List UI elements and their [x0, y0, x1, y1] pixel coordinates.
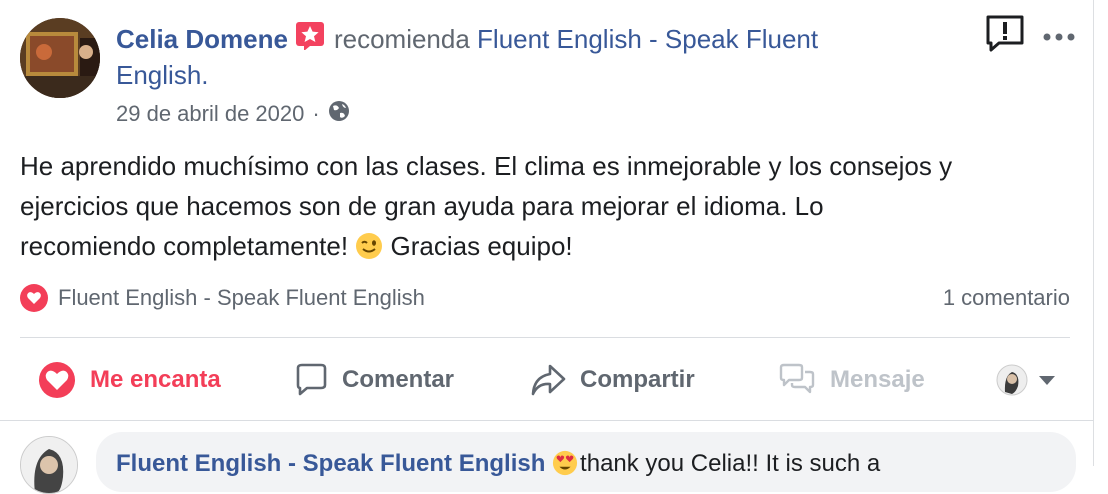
more-icon[interactable] [1042, 26, 1076, 42]
divider [0, 420, 1094, 421]
love-label: Me encanta [90, 366, 221, 393]
reactor-name[interactable]: Fluent English - Speak Fluent English [58, 285, 425, 311]
comments-count[interactable]: 1 comentario [943, 285, 1070, 311]
chevron-down-icon [1039, 376, 1055, 385]
selector-avatar [996, 364, 1028, 396]
post-body-line: ejercicios que hacemos son de gran ayuda… [20, 191, 824, 221]
love-reaction-icon[interactable] [20, 284, 48, 312]
comment-avatar[interactable] [20, 436, 78, 494]
comment-label: Comentar [342, 366, 455, 393]
post-body: He aprendido muchísimo con las clases. E… [20, 146, 1080, 266]
post-body-line: He aprendido muchísimo con las clases. E… [20, 151, 953, 181]
divider [20, 337, 1070, 338]
message-icon [779, 363, 815, 394]
message-label: Mensaje [830, 366, 925, 393]
message-button[interactable]: Mensaje [778, 360, 925, 400]
card-border [1093, 0, 1094, 466]
post-meta: 29 de abril de 2020 · [116, 100, 350, 128]
love-button[interactable]: Me encanta [38, 360, 221, 400]
comment-button[interactable]: Comentar [294, 360, 454, 400]
heart-icon [39, 362, 75, 398]
meta-separator: · [312, 101, 320, 126]
globe-icon[interactable] [328, 100, 350, 128]
recommend-action-text: recomienda [333, 24, 470, 54]
post-date[interactable]: 29 de abril de 2020 [116, 101, 304, 127]
author-name[interactable]: Celia Domene [116, 24, 288, 54]
comment-icon [296, 363, 327, 396]
post-header: Celia Domene recomienda Fluent English - … [116, 22, 818, 56]
heart-eyes-emoji-icon [552, 450, 580, 478]
post-body-line: recomiendo completamente! Gracias equipo… [20, 226, 1080, 266]
page-link-continued[interactable]: English. [116, 60, 209, 90]
recommend-badge-icon [295, 22, 324, 51]
share-label: Compartir [580, 366, 695, 393]
post-header-line2: English. [116, 58, 209, 92]
comment-author[interactable]: Fluent English - Speak Fluent English [116, 450, 545, 477]
reactions-summary: Fluent English - Speak Fluent English 1 … [20, 282, 1070, 314]
reaction-identity-selector[interactable] [996, 360, 1070, 400]
share-icon [531, 364, 566, 396]
share-button[interactable]: Compartir [530, 360, 695, 400]
page-link[interactable]: Fluent English - Speak Fluent [477, 24, 818, 54]
author-avatar[interactable] [20, 18, 100, 98]
comment-text: Fluent English - Speak Fluent English th… [116, 450, 880, 478]
comment-body: thank you Celia!! It is such a [580, 450, 881, 477]
post-body-text: recomiendo completamente! [20, 231, 349, 261]
wink-emoji-icon [355, 231, 383, 259]
report-icon[interactable] [985, 14, 1025, 52]
post-body-text: Gracias equipo! [390, 231, 573, 261]
